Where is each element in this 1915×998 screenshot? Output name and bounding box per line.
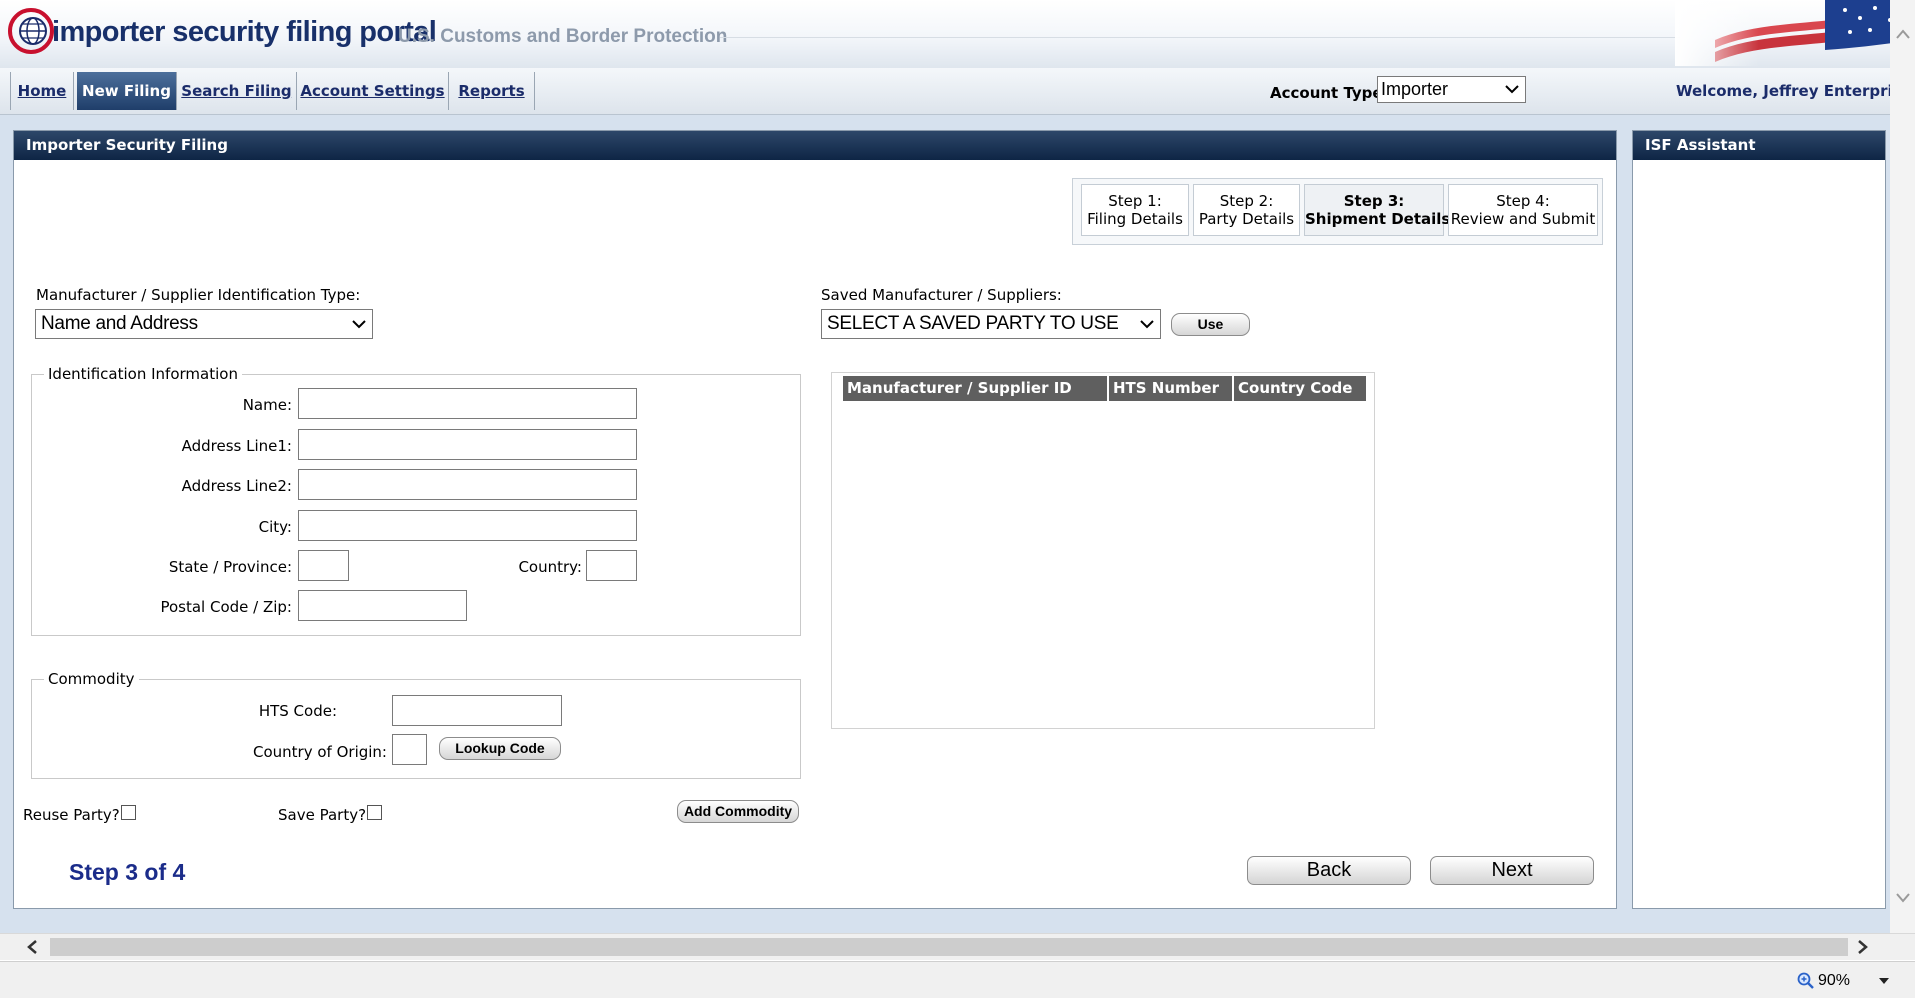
step-2: Step 2: Party Details — [1193, 184, 1300, 236]
address-line2-label: Address Line2: — [181, 477, 292, 495]
step-4-number: Step 4: — [1496, 192, 1550, 210]
country-input[interactable] — [586, 550, 637, 581]
vertical-scrollbar[interactable] — [1890, 0, 1915, 933]
commodity-legend: Commodity — [44, 670, 139, 688]
reuse-party-checkbox[interactable] — [121, 805, 136, 820]
saved-suppliers-value: SELECT A SAVED PARTY TO USE — [827, 313, 1119, 334]
globe-logo-icon — [8, 8, 54, 54]
reuse-party-label: Reuse Party? — [23, 806, 120, 824]
step-3: Step 3: Shipment Details — [1304, 184, 1451, 236]
portal-header: importer security filing portal U.S. Cus… — [0, 0, 1915, 69]
header-divider — [720, 37, 1680, 38]
tab-account-settings[interactable]: Account Settings — [297, 72, 449, 110]
country-of-origin-input[interactable] — [392, 734, 427, 765]
step-2-label: Party Details — [1198, 210, 1295, 228]
name-label: Name: — [242, 396, 292, 414]
state-province-label: State / Province: — [168, 558, 292, 576]
state-province-input[interactable] — [298, 550, 349, 581]
add-commodity-button[interactable]: Add Commodity — [677, 800, 799, 823]
account-type-value: Importer — [1381, 79, 1449, 99]
id-type-label: Manufacturer / Supplier Identification T… — [36, 286, 361, 304]
id-type-value: Name and Address — [41, 313, 198, 334]
chevron-down-icon — [1505, 85, 1519, 94]
account-type-select[interactable]: Importer — [1377, 76, 1526, 103]
zoom-icon — [1797, 972, 1814, 989]
step-3-number: Step 3: — [1343, 192, 1405, 210]
address-line2-input[interactable] — [298, 469, 637, 500]
chevron-right-icon[interactable] — [1857, 939, 1869, 955]
horizontal-scrollbar[interactable] — [0, 933, 1915, 960]
city-label: City: — [258, 518, 292, 536]
step-1-number: Step 1: — [1108, 192, 1162, 210]
grid-header-country-code[interactable]: Country Code — [1232, 376, 1366, 401]
tab-reports[interactable]: Reports — [449, 72, 535, 110]
identification-legend: Identification Information — [44, 365, 242, 383]
panel-title: Importer Security Filing — [14, 131, 1616, 160]
step-1: Step 1: Filing Details — [1081, 184, 1189, 236]
save-party-label: Save Party? — [278, 806, 367, 824]
hts-code-label: HTS Code: — [258, 702, 337, 720]
grid-header-hts-number[interactable]: HTS Number — [1107, 376, 1233, 401]
save-party-checkbox[interactable] — [367, 805, 382, 820]
step-2-number: Step 2: — [1219, 192, 1274, 210]
id-type-select[interactable]: Name and Address — [35, 309, 373, 339]
step-1-label: Filing Details — [1087, 210, 1183, 228]
zoom-level[interactable]: 90% — [1818, 972, 1850, 990]
portal-title: importer security filing portal — [52, 16, 437, 48]
name-input[interactable] — [298, 388, 637, 419]
address-line1-label: Address Line1: — [181, 437, 292, 455]
us-flag-banner — [1675, 0, 1915, 66]
welcome-message: Welcome, Jeffrey Enterprise — [1676, 82, 1912, 100]
step-4-label: Review and Submit — [1450, 210, 1596, 228]
browser-status-bar: 90% — [0, 961, 1915, 998]
postal-code-label: Postal Code / Zip: — [160, 598, 292, 616]
country-of-origin-label: Country of Origin: — [253, 743, 387, 761]
chevron-down-icon[interactable] — [1895, 892, 1911, 904]
back-button[interactable]: Back — [1247, 856, 1411, 885]
commodity-grid — [831, 372, 1375, 729]
tab-search-filing[interactable]: Search Filing — [177, 72, 297, 110]
tab-home[interactable]: Home — [10, 72, 74, 110]
saved-suppliers-label: Saved Manufacturer / Suppliers: — [821, 286, 1062, 304]
step-4: Step 4: Review and Submit — [1448, 184, 1598, 236]
country-label: Country: — [518, 558, 582, 576]
next-button[interactable]: Next — [1430, 856, 1594, 885]
step-counter: Step 3 of 4 — [69, 859, 186, 885]
scrollbar-thumb[interactable] — [50, 938, 1848, 956]
saved-suppliers-select[interactable]: SELECT A SAVED PARTY TO USE — [821, 309, 1161, 339]
city-input[interactable] — [298, 510, 637, 541]
chevron-left-icon[interactable] — [26, 939, 38, 955]
address-line1-input[interactable] — [298, 429, 637, 460]
lookup-code-button[interactable]: Lookup Code — [439, 737, 561, 760]
chevron-down-icon — [1140, 320, 1154, 329]
account-type-label: Account Type: — [1270, 84, 1389, 102]
hts-code-input[interactable] — [392, 695, 562, 726]
portal-subtitle: U.S. Customs and Border Protection — [398, 26, 728, 47]
chevron-up-icon[interactable] — [1895, 28, 1911, 40]
grid-header-supplier-id[interactable]: Manufacturer / Supplier ID — [841, 376, 1109, 401]
chevron-down-icon[interactable] — [1878, 977, 1890, 985]
isf-assistant-panel: ISF Assistant — [1632, 130, 1886, 909]
step-indicator: Step 1: Filing Details Step 2: Party Det… — [1072, 178, 1603, 245]
assistant-title: ISF Assistant — [1633, 131, 1885, 160]
use-button[interactable]: Use — [1171, 313, 1250, 336]
postal-code-input[interactable] — [298, 590, 467, 621]
chevron-down-icon — [352, 320, 366, 329]
step-3-label: Shipment Details — [1305, 210, 1451, 228]
tab-new-filing[interactable]: New Filing — [77, 72, 177, 110]
